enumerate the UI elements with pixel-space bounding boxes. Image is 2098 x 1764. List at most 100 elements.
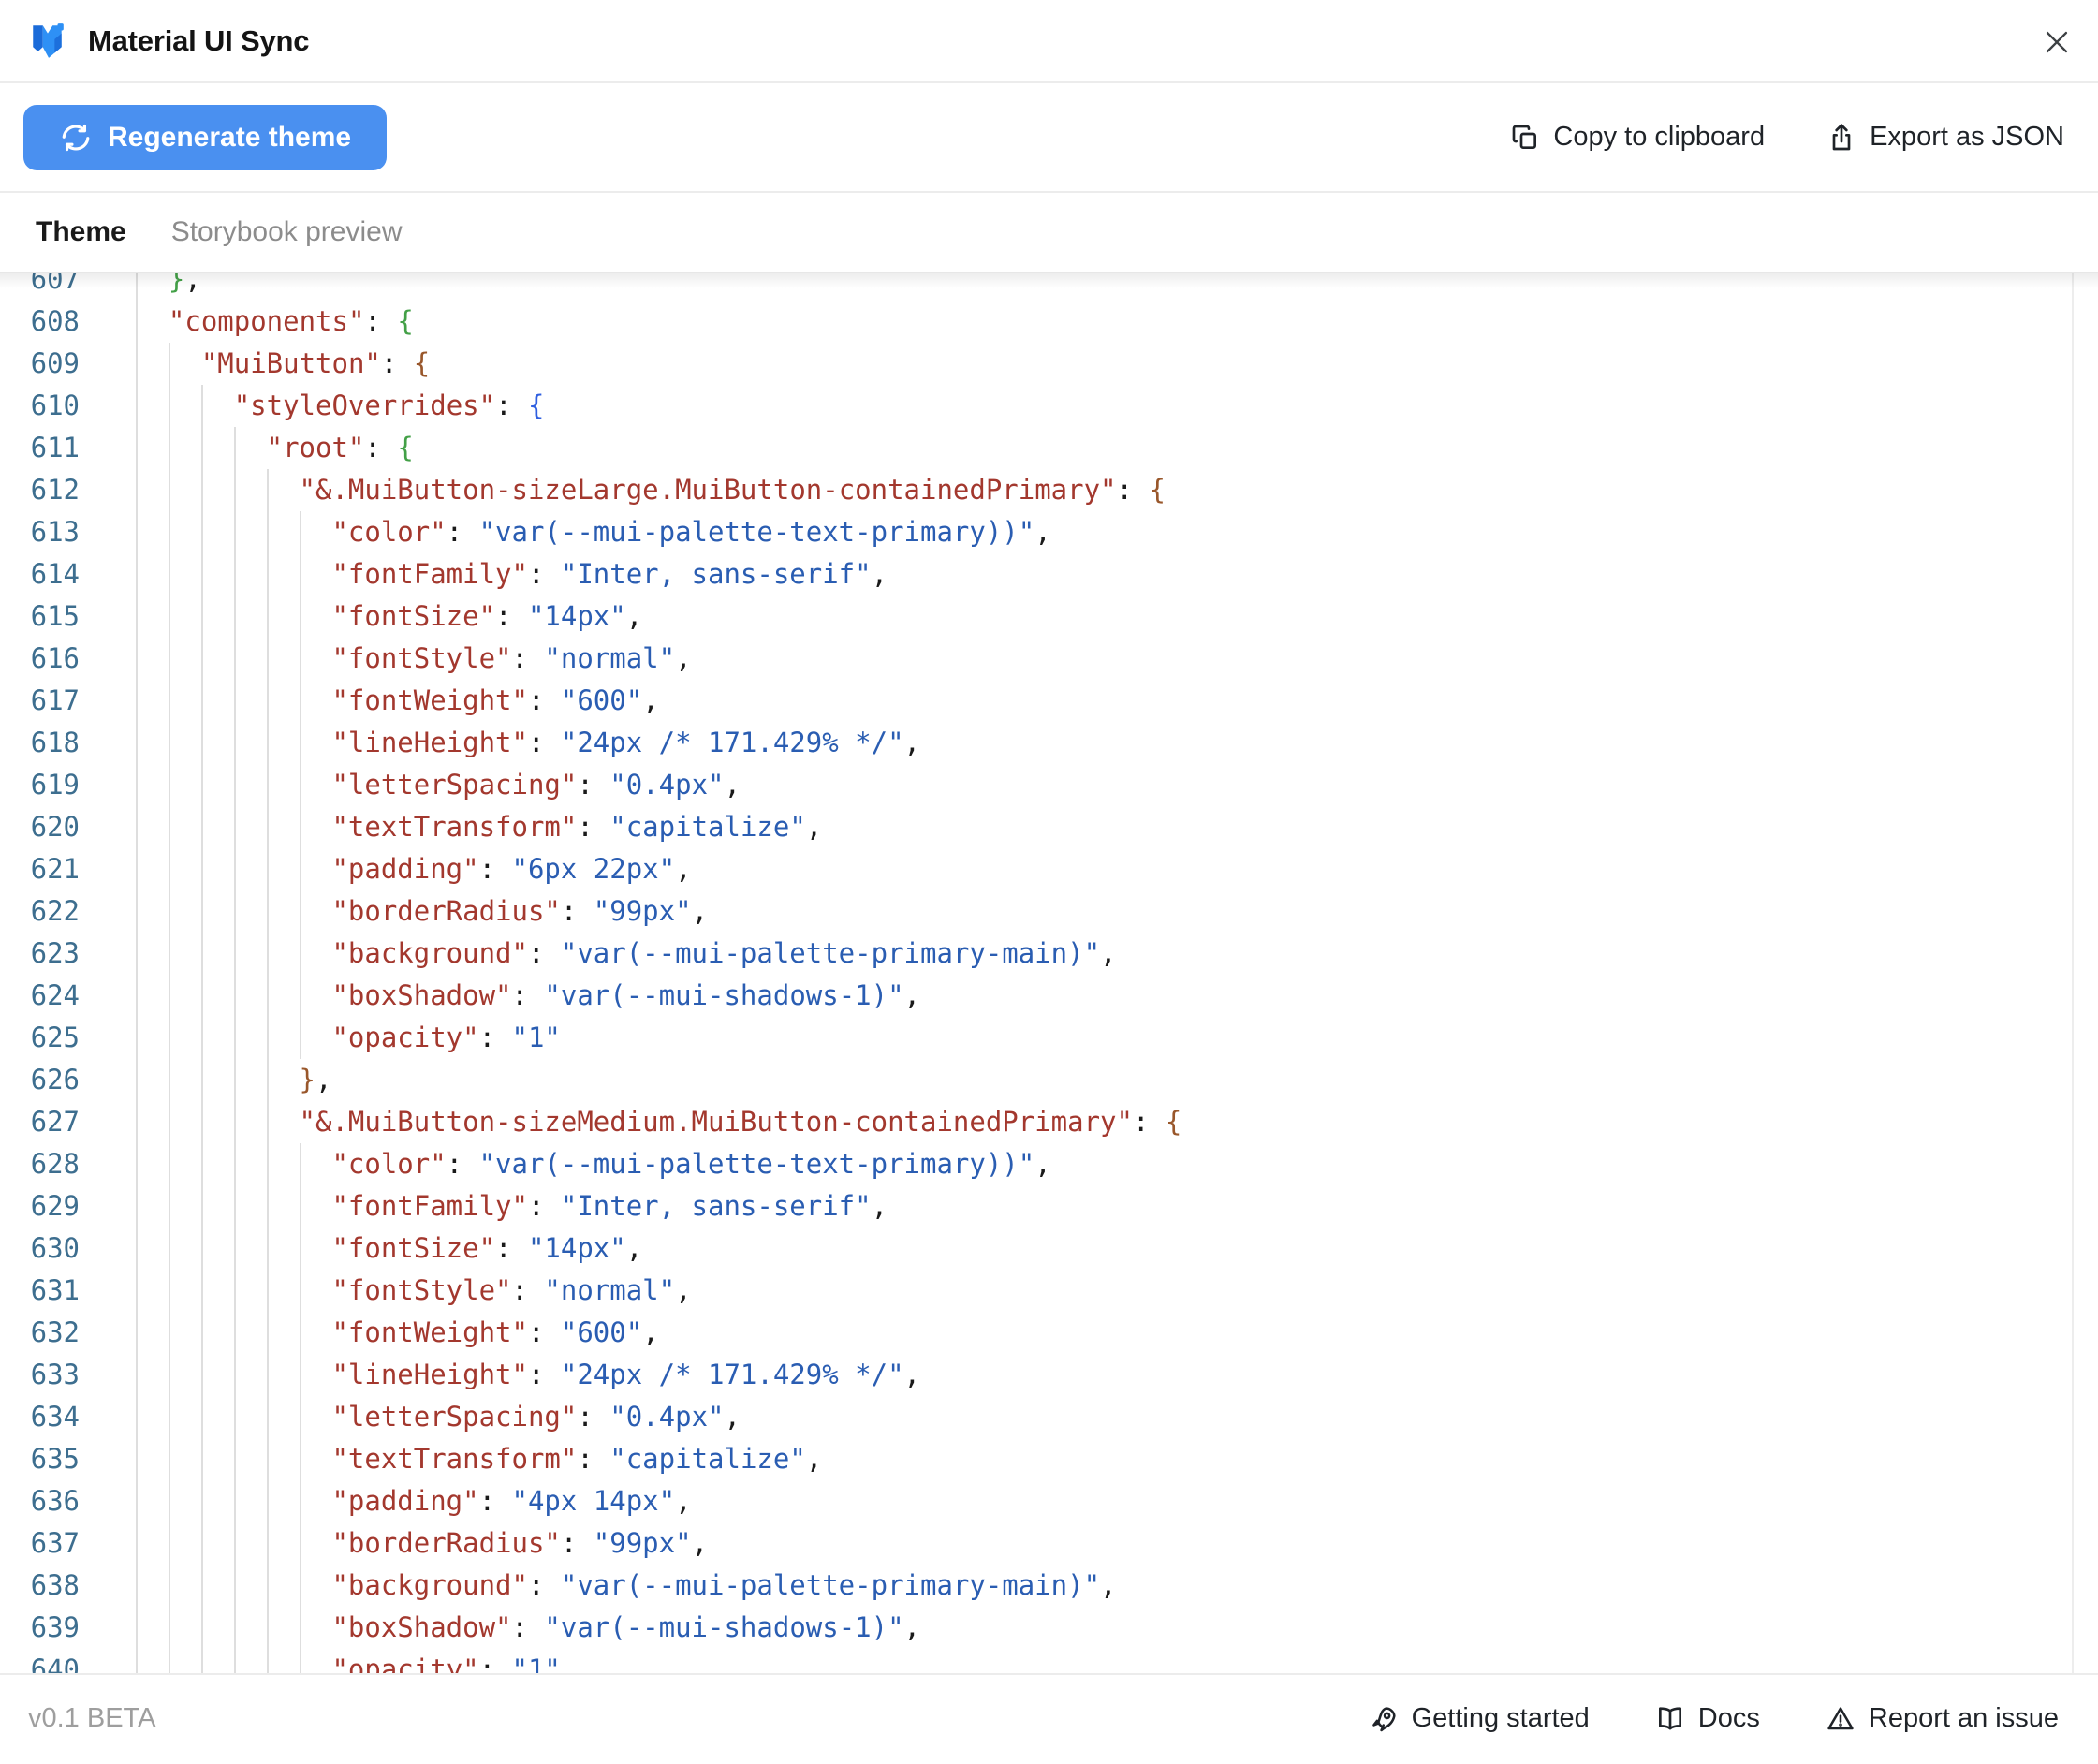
code-line: 611 "root": { <box>0 427 2098 469</box>
indent-guide <box>168 511 201 553</box>
indent-guide <box>233 1649 267 1673</box>
indent-guide <box>266 1565 300 1607</box>
indent-guide <box>233 1059 267 1101</box>
code-line: 623 "background": "var(--mui-palette-prim… <box>0 933 2098 975</box>
indent-guide <box>233 680 267 722</box>
indent-guide <box>266 975 300 1017</box>
indent-guide <box>233 1017 267 1059</box>
line-number: 636 <box>30 1485 80 1517</box>
line-number: 624 <box>30 979 80 1011</box>
code-line-content: "letterSpacing": "0.4px", <box>136 764 741 806</box>
indent-guide <box>233 975 267 1017</box>
docs-link[interactable]: Docs <box>1655 1703 1760 1734</box>
indent-guide <box>136 595 169 638</box>
warning-icon <box>1826 1704 1856 1734</box>
indent-guide <box>200 890 234 933</box>
indent-guide <box>266 1480 300 1522</box>
code-editor[interactable]: 607}, 608 "components": {609 "MuiButton": {… <box>0 273 2098 1673</box>
code-line-content: "boxShadow": "var(--mui-shadows-1)", <box>136 1607 920 1649</box>
indent-guide <box>233 806 267 848</box>
indent-guide <box>233 890 267 933</box>
indent-guide <box>299 1522 332 1565</box>
indent-guide <box>266 1607 300 1649</box>
indent-guide <box>168 975 201 1017</box>
indent-guide <box>233 1312 267 1354</box>
indent-guide <box>233 933 267 975</box>
code-line: 608 "components": { <box>0 301 2098 343</box>
close-button[interactable] <box>2040 26 2074 60</box>
indent-guide <box>136 1270 169 1312</box>
line-number: 627 <box>30 1106 80 1138</box>
indent-guide <box>266 1522 300 1565</box>
indent-guide <box>168 1565 201 1607</box>
indent-guide <box>266 1270 300 1312</box>
indent-guide <box>266 1017 300 1059</box>
tab-storybook-preview[interactable]: Storybook preview <box>171 216 403 248</box>
indent-guide <box>266 890 300 933</box>
code-line-content: "textTransform": "capitalize", <box>136 1438 822 1480</box>
report-issue-link[interactable]: Report an issue <box>1826 1703 2059 1734</box>
code-line: 621 "padding": "6px 22px", <box>0 848 2098 890</box>
indent-guide <box>299 1312 332 1354</box>
code-line-content: "background": "var(--mui-palette-primary… <box>136 1565 1117 1607</box>
code-line: 617 "fontWeight": "600", <box>0 680 2098 722</box>
indent-guide <box>233 1143 267 1185</box>
line-number: 616 <box>30 642 80 674</box>
close-icon <box>2041 26 2073 58</box>
tab-theme[interactable]: Theme <box>36 216 126 248</box>
line-number: 629 <box>30 1190 80 1222</box>
copy-to-clipboard-button[interactable]: Copy to clipboard <box>1510 122 1765 153</box>
report-issue-label: Report an issue <box>1868 1703 2059 1733</box>
indent-guide <box>299 764 332 806</box>
indent-guide <box>200 848 234 890</box>
indent-guide <box>136 1185 169 1227</box>
mui-sync-logo-icon <box>28 22 67 61</box>
line-number: 614 <box>30 558 80 590</box>
indent-guide <box>168 1396 201 1438</box>
indent-guide <box>136 1017 169 1059</box>
indent-guide <box>266 1227 300 1270</box>
indent-guide <box>233 848 267 890</box>
indent-guide <box>200 1312 234 1354</box>
indent-guide <box>266 553 300 595</box>
indent-guide <box>299 1649 332 1673</box>
line-number: 632 <box>30 1316 80 1348</box>
indent-guide <box>299 1480 332 1522</box>
getting-started-link[interactable]: Getting started <box>1369 1703 1590 1734</box>
code-line-content: "fontWeight": "600", <box>136 680 659 722</box>
indent-guide <box>136 722 169 764</box>
regenerate-theme-button[interactable]: Regenerate theme <box>23 104 388 170</box>
indent-guide <box>168 806 201 848</box>
indent-guide <box>299 933 332 975</box>
indent-guide <box>200 1649 234 1673</box>
indent-guide <box>233 1438 267 1480</box>
code-line-content: "padding": "4px 14px", <box>136 1480 692 1522</box>
indent-guide <box>136 1396 169 1438</box>
indent-guide <box>136 764 169 806</box>
indent-guide <box>168 890 201 933</box>
indent-guide <box>136 1227 169 1270</box>
indent-guide <box>168 1227 201 1270</box>
tab-bar: Theme Storybook preview <box>0 193 2098 273</box>
line-number: 613 <box>30 516 80 548</box>
indent-guide <box>168 1185 201 1227</box>
indent-guide <box>136 1143 169 1185</box>
indent-guide <box>233 1565 267 1607</box>
code-line: 639 "boxShadow": "var(--mui-shadows-1)", <box>0 1607 2098 1649</box>
indent-guide <box>200 511 234 553</box>
line-number: 639 <box>30 1611 80 1643</box>
indent-guide <box>168 1017 201 1059</box>
indent-guide <box>266 1649 300 1673</box>
book-icon <box>1655 1704 1685 1734</box>
code-line-content: "letterSpacing": "0.4px", <box>136 1396 741 1438</box>
export-as-json-button[interactable]: Export as JSON <box>1827 122 2064 153</box>
line-number: 607 <box>30 273 80 295</box>
export-icon <box>1827 123 1856 153</box>
indent-guide <box>233 1607 267 1649</box>
code-line-content: "lineHeight": "24px /* 171.429% */", <box>136 722 920 764</box>
indent-guide <box>233 1480 267 1522</box>
code-line: 615 "fontSize": "14px", <box>0 595 2098 638</box>
indent-guide <box>136 933 169 975</box>
indent-guide <box>299 511 332 553</box>
indent-guide <box>200 1185 234 1227</box>
